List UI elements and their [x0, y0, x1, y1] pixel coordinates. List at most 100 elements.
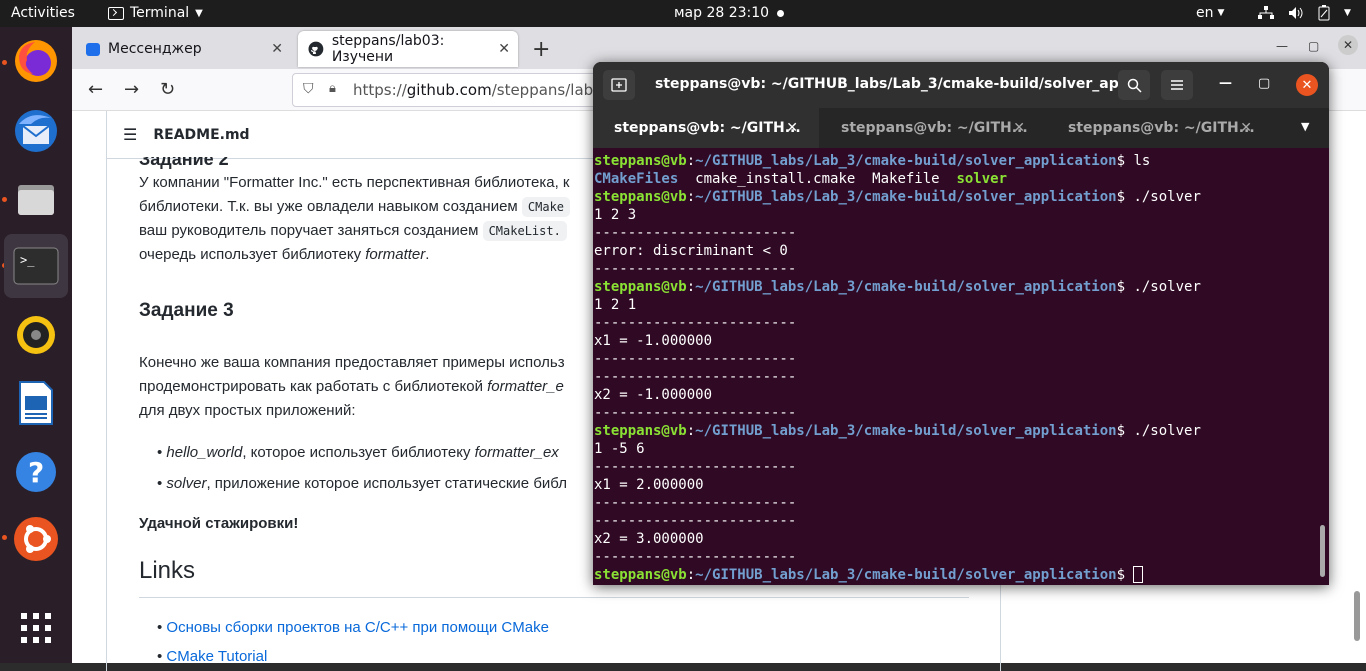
terminal-icon: >_ — [13, 247, 59, 285]
thunderbird-launcher[interactable] — [4, 99, 68, 163]
search-button[interactable] — [1118, 70, 1150, 100]
terminal-line: ------------------------ — [594, 495, 797, 511]
new-tab-icon — [611, 78, 627, 92]
tab-label: steppans@vb: ~/GITH... — [1068, 120, 1255, 136]
github-icon — [308, 41, 324, 57]
terminal-line: x1 = 2.000000 — [594, 477, 704, 493]
firefox-icon — [15, 40, 57, 82]
emphasis: formatter_e — [487, 378, 564, 395]
terminal-line: steppans@vb:~/GITHUB_labs/Lab_3/cmake-bu… — [594, 189, 1201, 205]
minimize-button[interactable]: — — [1276, 39, 1288, 53]
close-icon[interactable]: ✕ — [1013, 120, 1025, 136]
maximize-button[interactable]: ▢ — [1308, 39, 1319, 53]
ls-files: cmake_install.cmake Makefile — [695, 171, 940, 187]
terminal-tab-2[interactable]: steppans@vb: ~/GITH... ✕ — [820, 108, 1046, 148]
help-launcher[interactable]: ? — [4, 440, 68, 504]
volume-icon — [1289, 7, 1303, 19]
terminal-tabs: steppans@vb: ~/GITH... ✕ steppans@vb: ~/… — [593, 108, 1329, 148]
app-name: Terminal — [130, 5, 190, 21]
readme-title: README.md — [153, 126, 250, 143]
show-applications-button[interactable] — [4, 596, 68, 660]
writer-launcher[interactable] — [4, 371, 68, 435]
terminal-line: 1 2 1 — [594, 297, 637, 313]
notification-dot — [777, 10, 784, 17]
text-cursor — [1133, 566, 1144, 583]
terminal-titlebar: steppans@vb: ~/GITHUB_labs/Lab_3/cmake-b… — [593, 62, 1329, 108]
new-tab-button[interactable] — [603, 70, 635, 100]
maximize-button[interactable]: ▢ — [1258, 76, 1270, 91]
battery-icon — [1318, 5, 1330, 21]
menu-button[interactable] — [1161, 70, 1193, 100]
command: $ ./solver — [1116, 423, 1201, 439]
language-label: en — [1196, 5, 1214, 21]
terminal-line: ------------------------ — [594, 549, 797, 565]
close-icon[interactable]: ✕ — [498, 41, 510, 57]
firefox-launcher[interactable] — [4, 29, 68, 93]
paragraph: Конечно же ваша компания предоставляет п… — [139, 351, 565, 423]
lock-icon: 🔒︎ — [329, 81, 336, 96]
rhythmbox-launcher[interactable] — [4, 303, 68, 367]
clock[interactable]: мар 28 23:10 — [674, 5, 769, 21]
new-tab-button[interactable]: + — [532, 37, 550, 62]
close-icon[interactable]: ✕ — [271, 41, 283, 57]
forward-button[interactable]: → — [124, 79, 139, 100]
page-scrollbar[interactable] — [1354, 591, 1360, 641]
emphasis: formatter_ex — [474, 444, 559, 461]
text-line: У компании "Formatter Inc." есть перспек… — [139, 174, 570, 191]
terminal-line: 1 2 3 — [594, 207, 637, 223]
list-icon[interactable]: ☰ — [123, 125, 137, 144]
text-line: продемонстрировать как работать с библио… — [139, 375, 565, 399]
prompt-path: ~/GITHUB_labs/Lab_3/cmake-build/solver_a… — [695, 423, 1117, 439]
text-line: очередь использует библиотеку formatter. — [139, 243, 570, 267]
paragraph: У компании "Formatter Inc." есть перспек… — [139, 171, 571, 267]
close-button[interactable]: ✕ — [1296, 74, 1318, 96]
tab-label: steppans@vb: ~/GITH... — [614, 120, 801, 136]
terminal-line: x1 = -1.000000 — [594, 333, 713, 349]
activities-button[interactable]: Activities — [11, 5, 75, 21]
text-span: ваш руководитель поручает заняться созда… — [139, 222, 483, 239]
terminal-tab-3[interactable]: steppans@vb: ~/GITH... ✕ — [1047, 108, 1273, 148]
reload-button[interactable]: ↻ — [160, 79, 175, 100]
terminal-line: ------------------------ — [594, 261, 797, 277]
close-icon[interactable]: ✕ — [786, 120, 798, 136]
terminal-line: steppans@vb:~/GITHUB_labs/Lab_3/cmake-bu… — [594, 566, 1201, 584]
terminal-output[interactable]: steppans@vb:~/GITHUB_labs/Lab_3/cmake-bu… — [594, 152, 1201, 584]
link-cmake-tutorial[interactable]: CMake Tutorial — [166, 648, 267, 665]
prompt-path: ~/GITHUB_labs/Lab_3/cmake-build/solver_a… — [695, 279, 1117, 295]
prompt-path: ~/GITHUB_labs/Lab_3/cmake-build/solver_a… — [695, 189, 1117, 205]
prompt-user: steppans@vb — [594, 153, 687, 169]
terminal-tab-1[interactable]: steppans@vb: ~/GITH... ✕ — [593, 108, 819, 148]
tabs-dropdown-icon[interactable]: ▼ — [1301, 120, 1309, 133]
ubuntu-software-launcher[interactable] — [4, 507, 68, 571]
terminal-line: x2 = 3.000000 — [594, 531, 704, 547]
terminal-launcher[interactable]: >_ — [4, 234, 68, 298]
close-icon[interactable]: ✕ — [1240, 120, 1252, 136]
folder-icon — [18, 185, 54, 215]
link-cmake-basics[interactable]: Основы сборки проектов на С/С++ при помо… — [166, 619, 549, 636]
text-line: библиотеки. Т.к. вы уже овладели навыком… — [139, 195, 571, 219]
prompt-user: steppans@vb — [594, 189, 687, 205]
terminal-line: steppans@vb:~/GITHUB_labs/Lab_3/cmake-bu… — [594, 153, 1151, 169]
tab-github[interactable]: steppans/lab03: Изучени ✕ — [298, 31, 518, 67]
hamburger-icon — [1171, 80, 1183, 90]
terminal-line: ------------------------ — [594, 405, 797, 421]
network-icon — [1258, 6, 1274, 19]
emphasis: formatter — [365, 246, 426, 263]
app-menu[interactable]: Terminal ▼ — [108, 5, 203, 21]
help-icon: ? — [16, 452, 56, 492]
svg-text:>_: >_ — [20, 253, 35, 267]
terminal-icon — [108, 6, 124, 20]
text-line: для двух простых приложений: — [139, 402, 356, 419]
shield-icon: ⛉ — [303, 81, 314, 97]
terminal-scrollbar[interactable] — [1320, 525, 1325, 577]
system-tray[interactable]: ▼ — [1258, 5, 1351, 21]
tab-messenger[interactable]: Мессенджер ✕ — [76, 31, 291, 67]
search-icon — [1127, 78, 1142, 93]
close-window-button[interactable]: ✕ — [1338, 35, 1358, 55]
text-span: библиотеки. Т.к. вы уже овладели навыком… — [139, 198, 522, 215]
minimize-button[interactable]: — — [1219, 76, 1232, 91]
thunderbird-icon — [15, 110, 57, 152]
back-button[interactable]: ← — [88, 79, 103, 100]
language-indicator[interactable]: en ▼ — [1196, 5, 1224, 21]
files-launcher[interactable] — [4, 167, 68, 231]
